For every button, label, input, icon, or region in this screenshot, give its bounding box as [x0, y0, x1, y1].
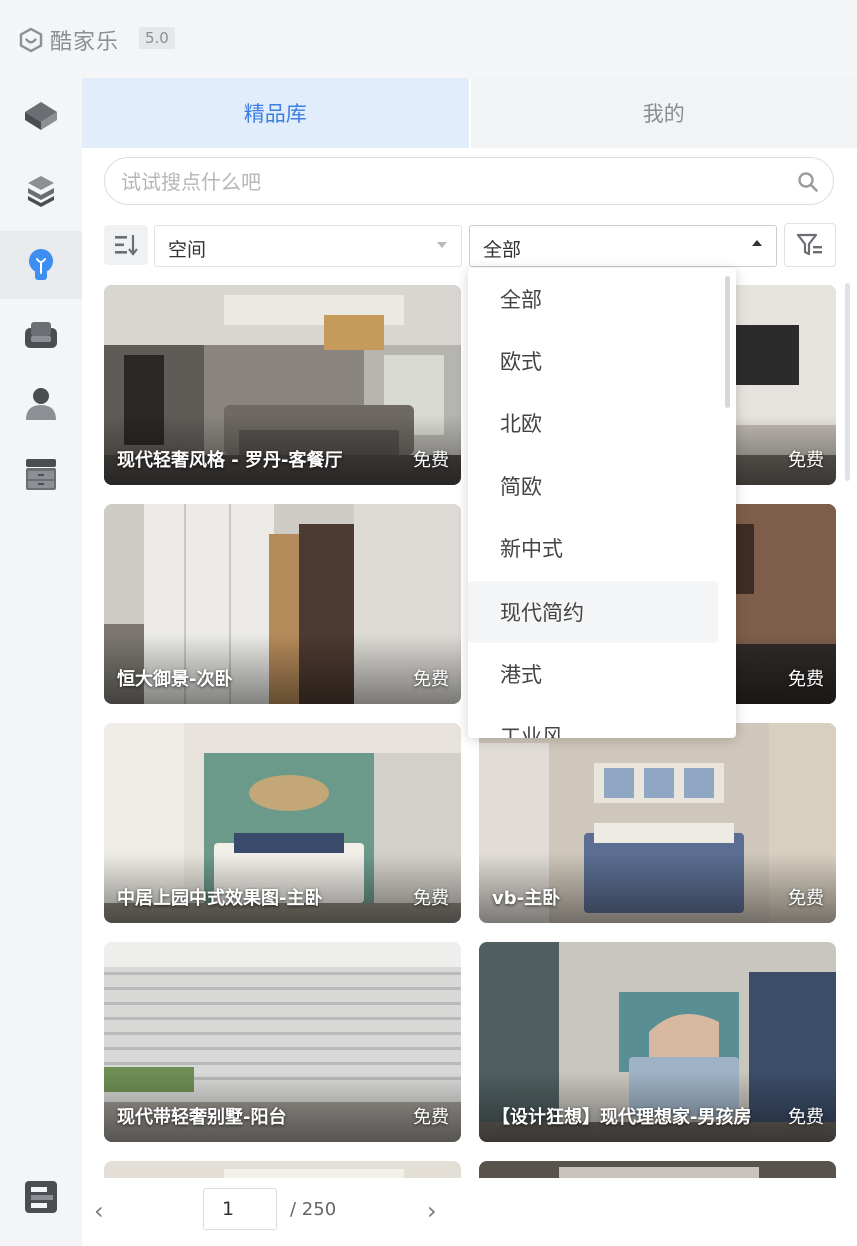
sidebar-item-cabinet[interactable] [0, 440, 82, 508]
search-icon[interactable] [797, 171, 819, 193]
style-option[interactable]: 北欧 [468, 392, 718, 454]
style-option[interactable]: 港式 [468, 643, 718, 705]
card-price: 免费 [413, 1107, 449, 1128]
sidebar-item-panel[interactable] [0, 1163, 82, 1231]
card-price: 免费 [413, 888, 449, 909]
pagination: ‹ / 250 › [82, 1178, 857, 1246]
tab-mine[interactable]: 我的 [468, 78, 857, 148]
chevron-up-icon [752, 240, 762, 246]
design-card[interactable]: vb-主卧 免费 [479, 723, 836, 923]
card-price: 免费 [788, 888, 824, 909]
style-option[interactable]: 工业风 [468, 705, 718, 738]
page-number-input[interactable] [203, 1188, 277, 1230]
space-select-value: 空间 [168, 239, 207, 261]
sidebar-item-model[interactable] [0, 82, 82, 150]
title-bar: 酷家乐 5.0 [0, 0, 857, 78]
sort-icon [115, 235, 138, 256]
search-input[interactable] [119, 166, 763, 198]
style-dropdown-menu: 全部 欧式 北欧 简欧 新中式 现代简约 港式 工业风 [468, 268, 736, 738]
style-option[interactable]: 简欧 [468, 455, 718, 517]
style-option-hovered[interactable]: 现代简约 [468, 581, 718, 643]
sidebar-item-user[interactable] [0, 369, 82, 437]
logo-icon [19, 27, 43, 53]
content-scrollbar[interactable] [845, 283, 850, 481]
layers-icon [28, 176, 54, 207]
style-select-value: 全部 [483, 239, 522, 261]
panel-toggle-icon [25, 1181, 57, 1213]
card-price: 免费 [788, 450, 824, 471]
tab-premium-library[interactable]: 精品库 [82, 78, 469, 148]
design-card[interactable]: 【设计狂想】现代理想家-男孩房 免费 [479, 942, 836, 1142]
design-card[interactable]: 现代轻奢风格 - 罗丹-客餐厅 免费 [104, 285, 461, 485]
sidebar-item-furniture[interactable] [0, 300, 82, 368]
card-price: 免费 [413, 669, 449, 690]
cabinet-icon [26, 459, 56, 490]
page-total: / 250 [290, 1199, 337, 1220]
card-title: 现代轻奢风格 - 罗丹-客餐厅 [117, 450, 343, 471]
style-select[interactable]: 全部 [469, 225, 777, 267]
tab-bar: 精品库 我的 [82, 78, 857, 148]
model-cube-icon [25, 102, 57, 130]
search-box [104, 157, 834, 205]
card-title: 恒大御景-次卧 [117, 669, 233, 690]
sidebar-item-layers[interactable] [0, 156, 82, 224]
design-card[interactable]: 中居上园中式效果图-主卧 免费 [104, 723, 461, 923]
sofa-icon [25, 322, 57, 348]
card-title: 【设计狂想】现代理想家-男孩房 [492, 1107, 752, 1128]
chevron-right-icon[interactable]: › [427, 1197, 437, 1225]
app-logo: 酷家乐 [18, 24, 119, 56]
style-option[interactable]: 新中式 [468, 517, 718, 579]
chevron-left-icon[interactable]: ‹ [94, 1197, 104, 1225]
style-option[interactable]: 欧式 [468, 330, 718, 392]
card-price: 免费 [788, 669, 824, 690]
chevron-down-icon [437, 242, 447, 248]
filter-icon [796, 233, 822, 256]
sidebar [0, 78, 82, 1246]
filter-button[interactable] [784, 223, 836, 267]
design-card[interactable]: 现代带轻奢别墅-阳台 免费 [104, 942, 461, 1142]
version-badge: 5.0 [139, 27, 175, 49]
card-title: 现代带轻奢别墅-阳台 [117, 1107, 287, 1128]
card-title: vb-主卧 [492, 888, 561, 909]
card-price: 免费 [413, 450, 449, 471]
app-name: 酷家乐 [50, 30, 120, 55]
main-panel: 精品库 我的 空间 全部 [82, 78, 857, 1246]
dropdown-scrollbar[interactable] [725, 276, 730, 408]
space-select[interactable]: 空间 [154, 225, 462, 267]
style-option[interactable]: 全部 [468, 268, 718, 330]
sort-button[interactable] [104, 225, 148, 265]
person-icon [26, 388, 56, 420]
card-title: 中居上园中式效果图-主卧 [117, 888, 323, 909]
sidebar-item-inspiration[interactable] [0, 231, 82, 299]
inspiration-bulb-icon [29, 249, 53, 280]
card-price: 免费 [788, 1107, 824, 1128]
design-card[interactable]: 恒大御景-次卧 免费 [104, 504, 461, 704]
